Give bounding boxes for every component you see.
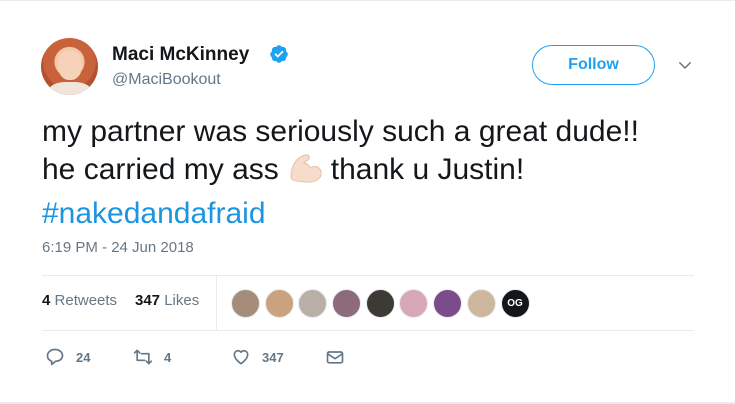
reply-count: 24 — [76, 349, 91, 365]
user-handle[interactable]: @MaciBookout — [112, 71, 221, 89]
tweet-text: my partner was seriously such a great du… — [42, 113, 712, 233]
tweet-line-2: he carried my ass thank u Justin! — [42, 151, 712, 195]
retweets-stat[interactable]: 4 Retweets — [42, 292, 117, 309]
liker-avatar[interactable] — [433, 289, 463, 318]
envelope-icon — [326, 351, 344, 364]
likes-stat[interactable]: 347 Likes — [135, 292, 199, 309]
stats-separator — [216, 275, 217, 330]
liker-avatar[interactable]: OG — [500, 289, 530, 318]
like-button[interactable]: 347 — [231, 345, 284, 369]
avatar-shirt — [49, 82, 91, 95]
retweets-count: 4 — [42, 292, 51, 309]
retweet-button[interactable]: 4 — [133, 345, 171, 369]
liker-avatar[interactable] — [264, 289, 294, 318]
direct-message-button[interactable] — [325, 345, 356, 369]
tweet-line-1: my partner was seriously such a great du… — [42, 115, 639, 148]
likes-count: 347 — [135, 292, 161, 309]
flexed-biceps-emoji-icon — [285, 151, 325, 195]
liker-avatar[interactable] — [466, 289, 496, 318]
avatar[interactable] — [41, 38, 98, 95]
likes-label: Likes — [164, 292, 200, 309]
retweet-icon — [133, 349, 153, 365]
tweet-card: Maci McKinney @MaciBookout Follow my par… — [0, 0, 735, 404]
reply-icon — [46, 348, 64, 366]
retweets-label: Retweets — [54, 292, 118, 309]
tweet-line-2-start: he carried my ass — [42, 153, 279, 186]
liker-avatar[interactable] — [298, 289, 328, 318]
liker-avatar[interactable] — [365, 289, 395, 318]
reply-button[interactable]: 24 — [45, 345, 90, 369]
liker-avatar[interactable] — [332, 289, 362, 318]
tweet-actions: 24 4 347 — [0, 345, 735, 369]
divider — [42, 275, 694, 276]
heart-icon — [233, 349, 249, 365]
tweet-timestamp[interactable]: 6:19 PM - 24 Jun 2018 — [42, 239, 194, 256]
hashtag-link[interactable]: #nakedandafraid — [42, 195, 712, 233]
liker-avatar[interactable] — [399, 289, 429, 318]
retweet-count: 4 — [164, 349, 172, 365]
user-name[interactable]: Maci McKinney — [112, 44, 249, 66]
verified-badge-icon — [270, 45, 288, 63]
chevron-down-icon[interactable] — [676, 56, 694, 74]
divider — [42, 330, 694, 331]
follow-button[interactable]: Follow — [532, 45, 655, 85]
like-count: 347 — [262, 349, 284, 365]
tweet-line-2-end: thank u Justin! — [330, 153, 525, 186]
liker-avatars: OG — [231, 289, 534, 318]
avatar-face — [58, 50, 82, 80]
liker-avatar[interactable] — [231, 289, 260, 318]
